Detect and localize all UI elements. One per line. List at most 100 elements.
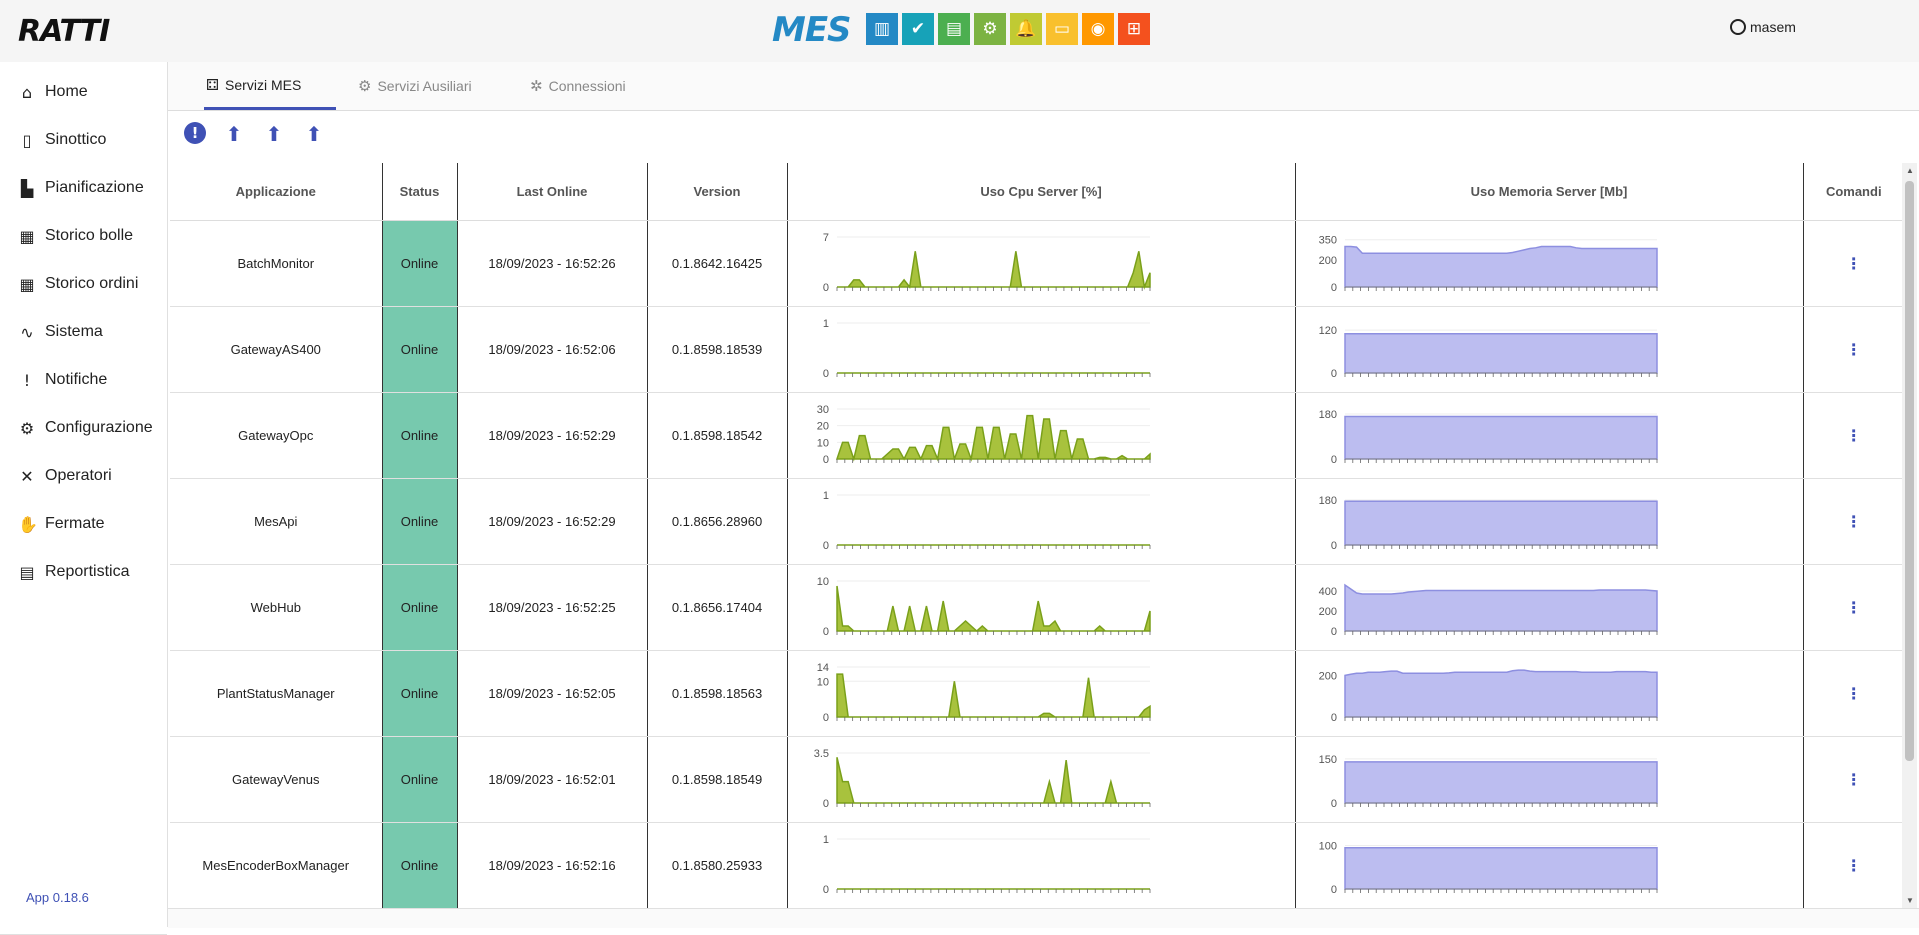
table-row[interactable]: PlantStatusManager Online 18/09/2023 - 16:… [170,650,1902,737]
memory-chart-cell: 400 200 0 [1295,564,1804,651]
sidebar-item-sinottico[interactable]: ▯ Sinottico [18,127,107,153]
y-tick-label: 0 [1330,454,1336,466]
sidebar-item-storico-ordini[interactable]: ▦ Storico ordini [18,271,138,297]
user-menu[interactable]: masem [1730,19,1796,35]
column-header-status[interactable]: Status [382,163,458,221]
column-header-applicazione[interactable]: Applicazione [170,163,383,221]
application-name: PlantStatusManager [170,650,383,737]
table-row[interactable]: WebHub Online 18/09/2023 - 16:52:25 0.1.865… [170,564,1902,651]
cpu-usage-chart: 10 [822,834,1150,896]
table-row[interactable]: BatchMonitor Online 18/09/2023 - 16:52:26 0… [170,220,1902,307]
gears-icon[interactable]: ⚙ [974,13,1006,45]
tab-connessioni[interactable]: ✲ Connessioni [528,62,628,109]
table-row[interactable]: MesApi Online 18/09/2023 - 16:52:29 0.1.865… [170,478,1902,565]
upload-icon[interactable]: ⬆ [262,122,286,146]
cpu-chart-cell: 70 [787,220,1296,307]
table-row[interactable]: GatewayVenus Online 18/09/2023 - 16:52:01 0… [170,736,1902,823]
action-toolbar: ! ⬆ ⬆ ⬆ [184,122,326,146]
sinottico-icon: ▯ [22,130,32,150]
alert-icon[interactable]: ! [184,122,206,144]
sidebar-item-sistema[interactable]: ∿ Sistema [18,319,103,345]
app-version: App 0.18.6 [26,890,89,905]
sidebar-item-fermate[interactable]: ✋ Fermate [18,511,105,537]
version: 0.1.8642.16425 [647,220,788,307]
sidebar-item-reportistica[interactable]: ▤ Reportistica [18,559,129,585]
more-actions-icon[interactable]: ⋮ [1846,684,1862,703]
screen-icon[interactable]: ▭ [1046,13,1078,45]
more-actions-icon[interactable]: ⋮ [1846,340,1862,359]
last-online: 18/09/2023 - 16:52:25 [457,564,648,651]
cpu-series-area [835,585,1151,632]
scroll-thumb[interactable] [1905,181,1914,761]
table-row[interactable]: MesEncoderBoxManager Online 18/09/2023 - 1… [170,822,1902,908]
sidebar-item-pianificazione[interactable]: ▙ Pianificazione [18,175,144,201]
bell-icon[interactable]: 🔔 [1010,13,1042,45]
more-actions-icon[interactable]: ⋮ [1846,426,1862,445]
last-online: 18/09/2023 - 16:52:29 [457,392,648,479]
application-name: GatewayOpc [170,392,383,479]
document-icon[interactable]: ▤ [938,13,970,45]
sidebar-item-label: Storico bolle [45,227,134,244]
status-badge: Online [382,564,458,651]
sidebar-item-notifiche[interactable]: ! Notifiche [18,367,107,393]
table-row[interactable]: GatewayOpc Online 18/09/2023 - 16:52:29 0.1… [170,392,1902,479]
scroll-up-arrow[interactable]: ▲ [1906,166,1914,175]
tab-servizi-ausiliari[interactable]: ⚙ Servizi Ausiliari [356,62,474,109]
commands-cell: ⋮ [1803,220,1902,307]
reportistica-icon: ▤ [19,562,35,582]
commands-cell: ⋮ [1803,392,1902,479]
y-tick-label: 0 [822,540,828,552]
sidebar-item-home[interactable]: ⌂ Home [18,79,88,105]
upload-icon[interactable]: ⬆ [302,122,326,146]
sidebar-item-operatori[interactable]: ✕ Operatori [18,463,111,489]
mes-logo[interactable]: MES [772,10,852,50]
sidebar: ⌂ Home ▯ Sinottico ▙ Pianificazione ▦ Storico b… [0,62,168,935]
application-name: BatchMonitor [170,220,383,307]
status-badge: Online [382,736,458,823]
table-scrollbar[interactable]: ▲ ▼ [1902,163,1917,908]
version: 0.1.8656.28960 [647,478,788,565]
sitemap-icon[interactable]: ⊞ [1118,13,1150,45]
status-badge: Online [382,822,458,908]
more-actions-icon[interactable]: ⋮ [1846,856,1862,875]
last-online: 18/09/2023 - 16:52:01 [457,736,648,823]
chart-bars-icon[interactable]: ▥ [866,13,898,45]
column-header-version[interactable]: Version [647,163,788,221]
version: 0.1.8598.18539 [647,306,788,393]
last-online: 18/09/2023 - 16:52:29 [457,478,648,565]
y-tick-label: 0 [1330,540,1336,552]
upload-icon[interactable]: ⬆ [222,122,246,146]
y-tick-label: 0 [822,884,828,896]
y-tick-label: 1 [822,490,828,502]
y-tick-label: 10 [816,676,828,688]
y-tick-label: 180 [1318,409,1336,421]
cpu-usage-chart: 10 [822,318,1150,380]
storico-ordini-icon: ▦ [19,274,35,294]
column-header-last-online[interactable]: Last Online [457,163,648,221]
more-actions-icon[interactable]: ⋮ [1846,254,1862,273]
scroll-down-arrow[interactable]: ▼ [1906,896,1914,905]
cpu-chart-cell: 3.5 0 [787,736,1296,823]
column-header-memory-usage[interactable]: Uso Memoria Server [Mb] [1295,163,1804,221]
sidebar-item-storico-bolle[interactable]: ▦ Storico bolle [18,223,133,249]
y-tick-label: 0 [1330,798,1336,810]
tab-servizi-mes[interactable]: ⚃ Servizi MES [204,62,336,110]
connessioni-icon: ✲ [530,76,543,95]
memory-usage-chart: 400 200 0 [1318,583,1658,638]
more-actions-icon[interactable]: ⋮ [1846,512,1862,531]
ratti-logo[interactable]: RATTI [18,14,110,49]
column-header-comandi[interactable]: Comandi [1803,163,1902,221]
table-row[interactable]: GatewayAS400 Online 18/09/2023 - 16:52:06 0… [170,306,1902,393]
more-actions-icon[interactable]: ⋮ [1846,770,1862,789]
y-tick-label: 7 [822,232,828,244]
y-tick-label: 180 [1318,495,1336,507]
username: masem [1750,19,1796,35]
check-circle-icon[interactable]: ✔ [902,13,934,45]
sidebar-item-configurazione[interactable]: ⚙ Configurazione [18,415,153,441]
more-actions-icon[interactable]: ⋮ [1846,598,1862,617]
column-header-cpu-usage[interactable]: Uso Cpu Server [%] [787,163,1296,221]
last-online: 18/09/2023 - 16:52:06 [457,306,648,393]
sidebar-item-label: Sistema [45,323,103,340]
eye-icon[interactable]: ◉ [1082,13,1114,45]
memory-usage-chart: 120 0 [1318,325,1658,380]
